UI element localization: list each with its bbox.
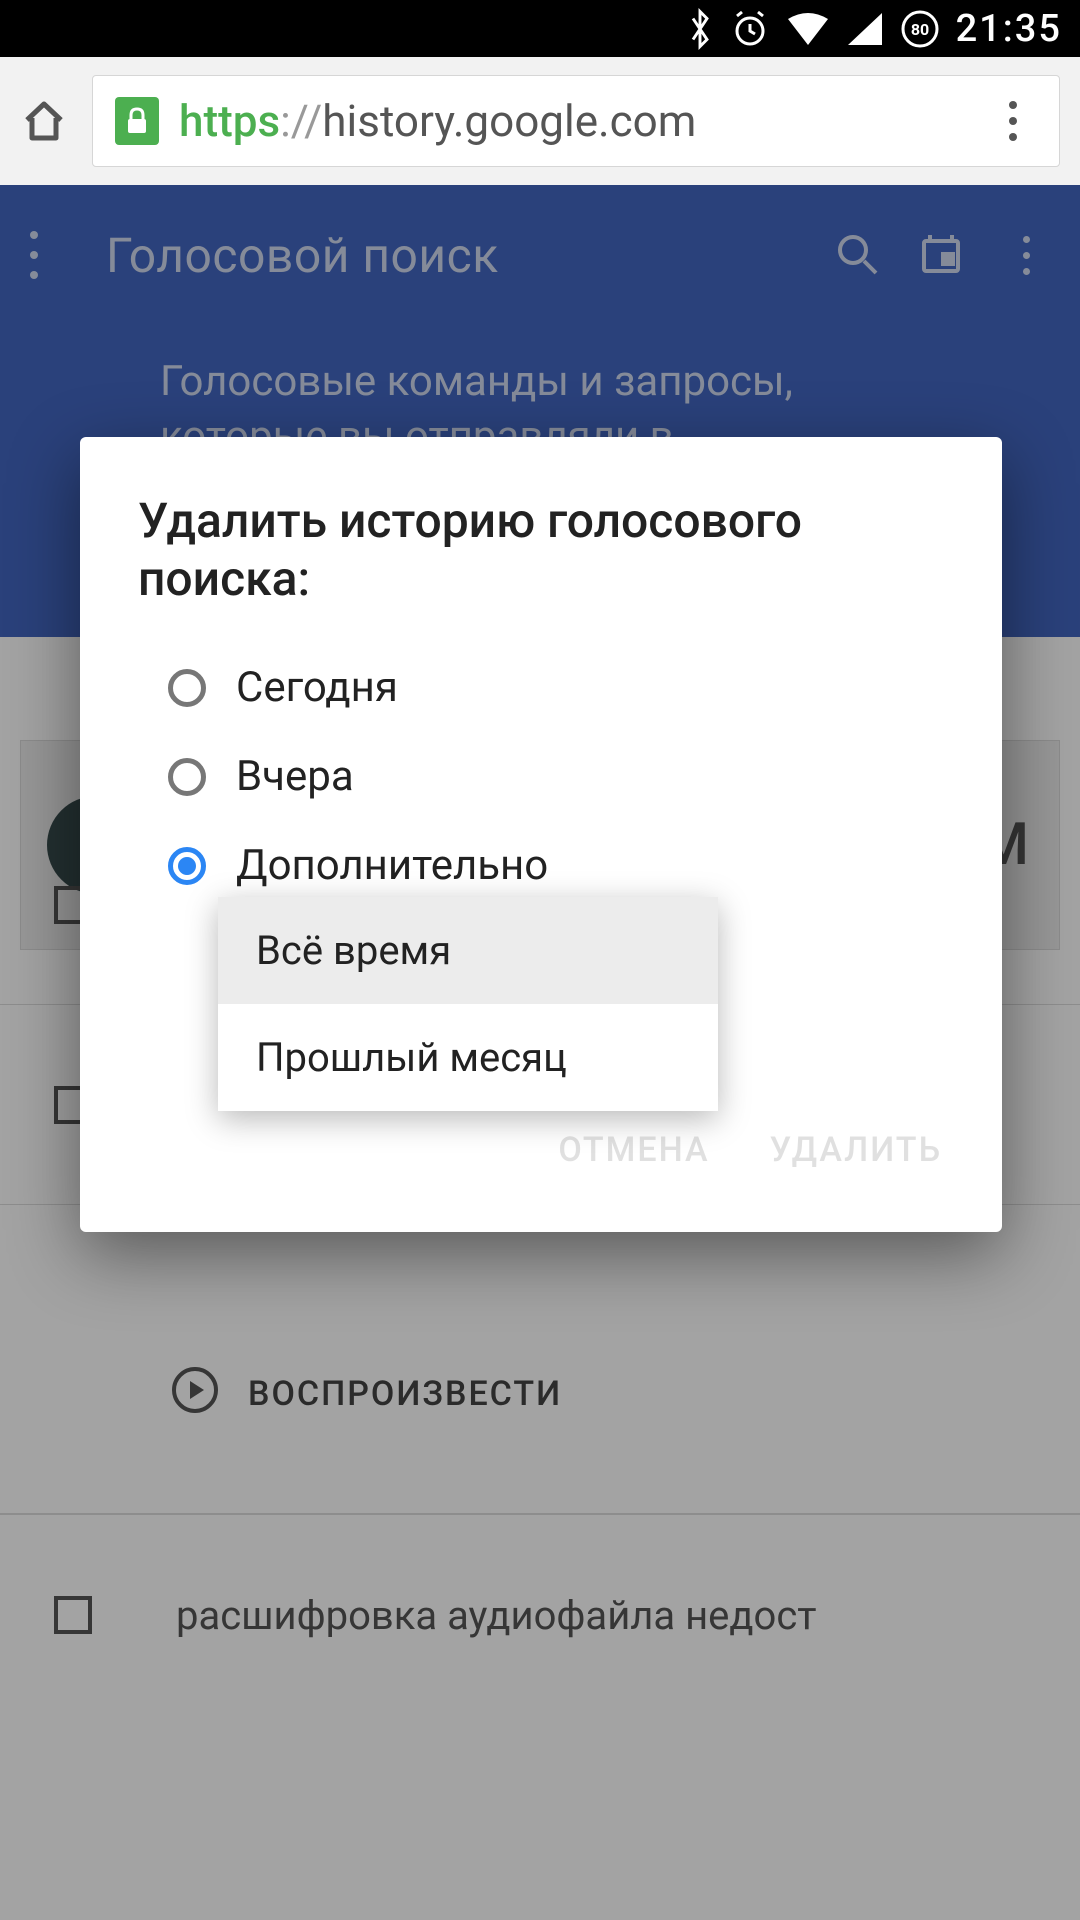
url-separator: :// [280,95,322,147]
dropdown-item-alltime[interactable]: Всё время [218,897,718,1004]
browser-menu-button[interactable] [989,101,1037,141]
dialog-title: Удалить историю голосового поиска: [80,492,1002,643]
url-bar[interactable]: https://history.google.com [92,75,1060,167]
alarm-icon [730,9,770,49]
cancel-button[interactable]: ОТМЕНА [558,1130,709,1170]
radio-option-yesterday[interactable]: Вчера [80,732,1002,821]
radio-label: Дополнительно [236,841,548,890]
delete-history-dialog: Удалить историю голосового поиска: Сегод… [80,437,1002,1232]
dropdown-item-label: Всё время [256,927,451,974]
dropdown-item-lastmonth[interactable]: Прошлый месяц [218,1004,718,1111]
radio-option-today[interactable]: Сегодня [80,643,1002,732]
home-button[interactable] [20,97,68,145]
url-text: https://history.google.com [179,95,969,147]
radio-label: Сегодня [236,663,398,712]
status-bar: 80 21:35 [0,0,1080,57]
delete-button[interactable]: УДАЛИТЬ [770,1130,942,1170]
dialog-action-row: ОТМЕНА УДАЛИТЬ [80,1110,1002,1170]
dropdown-item-label: Прошлый месяц [256,1034,567,1081]
signal-icon [846,11,884,47]
url-host: history.google.com [322,95,696,147]
url-scheme: https [179,95,280,147]
wifi-icon [786,11,830,47]
lock-icon [115,97,159,145]
radio-icon [168,758,206,796]
bluetooth-icon [686,8,714,50]
svg-text:80: 80 [910,20,928,39]
radio-label: Вчера [236,752,354,801]
time-range-dropdown: Всё время Прошлый месяц [218,897,718,1111]
battery-icon: 80 [900,9,940,49]
browser-chrome: https://history.google.com [0,57,1080,185]
radio-icon [168,669,206,707]
radio-icon [168,847,206,885]
status-time: 21:35 [956,7,1062,51]
